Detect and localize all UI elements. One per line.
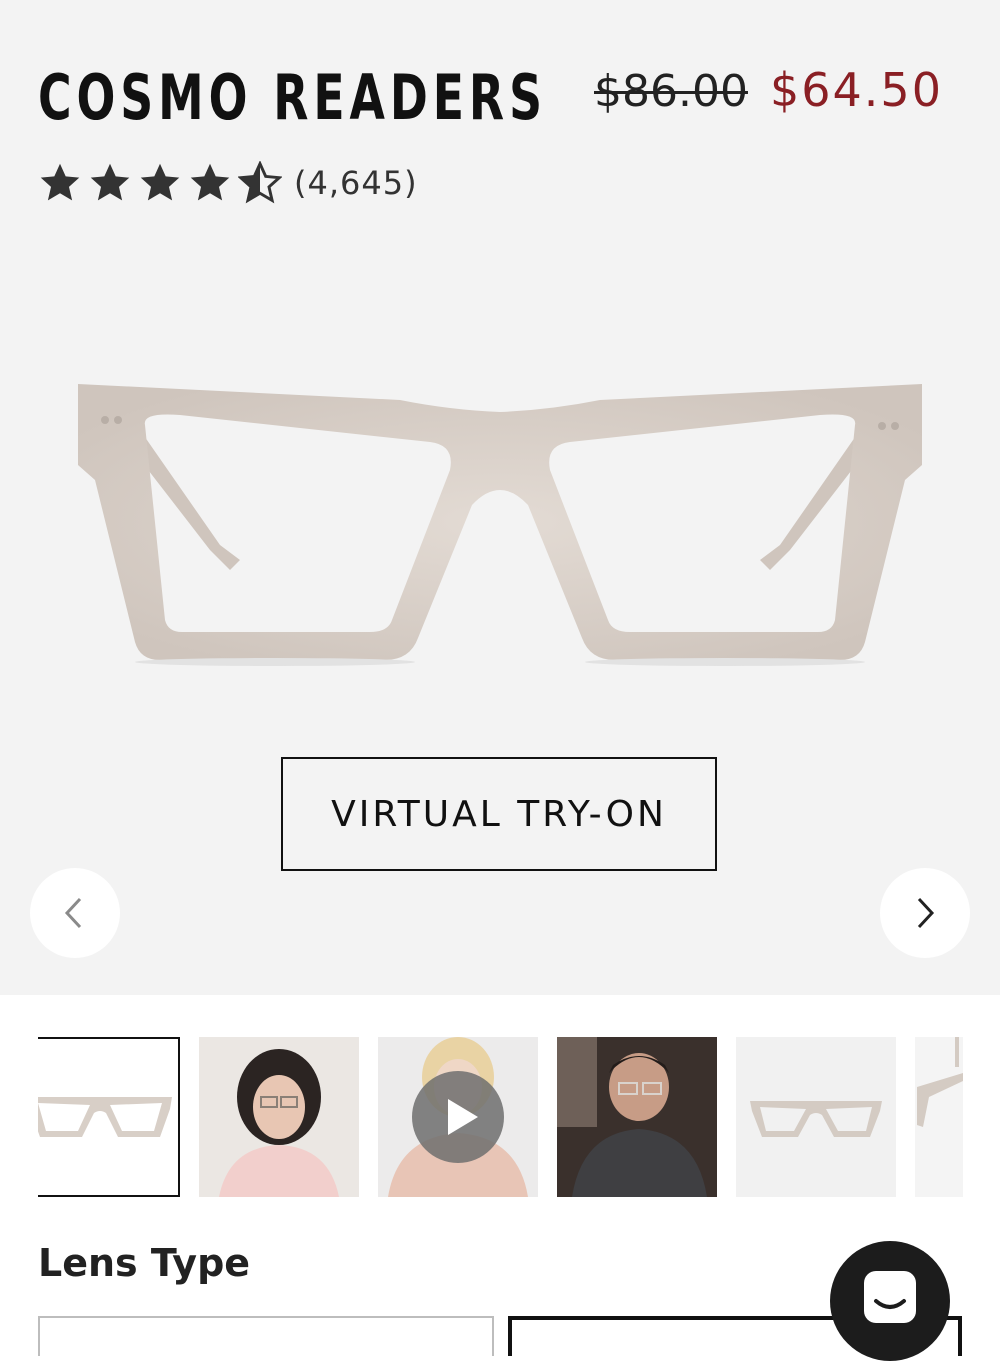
- play-button[interactable]: [412, 1071, 504, 1163]
- virtual-try-on-button[interactable]: VIRTUAL TRY-ON: [281, 757, 717, 871]
- star-half-icon: [238, 161, 282, 204]
- glasses-thumbnail-image: [917, 1037, 963, 1127]
- play-icon: [448, 1099, 478, 1135]
- thumbnail-product-front[interactable]: [38, 1037, 180, 1197]
- star-icon: [140, 163, 180, 201]
- product-image: [78, 384, 922, 666]
- thumbnail-model-man[interactable]: [557, 1037, 717, 1197]
- chevron-right-icon: [917, 897, 935, 929]
- glasses-thumbnail-image: [750, 1101, 882, 1137]
- chat-button[interactable]: [830, 1241, 950, 1361]
- product-hero: COSMO READERS $86.00 $64.50 (4,645) VIRT…: [0, 0, 1000, 995]
- thumbnail-product-side[interactable]: [915, 1037, 963, 1197]
- product-title: COSMO READERS: [38, 61, 547, 134]
- star-icon: [40, 163, 80, 201]
- sale-price: $64.50: [770, 63, 943, 117]
- glasses-thumbnail-image: [38, 1097, 172, 1137]
- review-count[interactable]: (4,645): [294, 164, 418, 202]
- model-photo: [199, 1037, 359, 1197]
- chat-bubble-icon: [864, 1271, 916, 1323]
- model-photo: [557, 1037, 717, 1197]
- lens-option[interactable]: [38, 1316, 494, 1356]
- original-price: $86.00: [594, 66, 748, 117]
- thumbnail-strip[interactable]: [38, 1037, 963, 1197]
- thumbnail-video[interactable]: [378, 1037, 538, 1197]
- star-icon: [90, 163, 130, 201]
- chevron-left-icon: [64, 897, 82, 929]
- thumbnail-product-angle[interactable]: [736, 1037, 896, 1197]
- rating[interactable]: (4,645): [38, 158, 418, 208]
- next-image-button[interactable]: [880, 868, 970, 958]
- star-icon: [190, 163, 230, 201]
- thumbnail-model-woman[interactable]: [199, 1037, 359, 1197]
- previous-image-button[interactable]: [30, 868, 120, 958]
- lens-type-heading: Lens Type: [38, 1241, 251, 1285]
